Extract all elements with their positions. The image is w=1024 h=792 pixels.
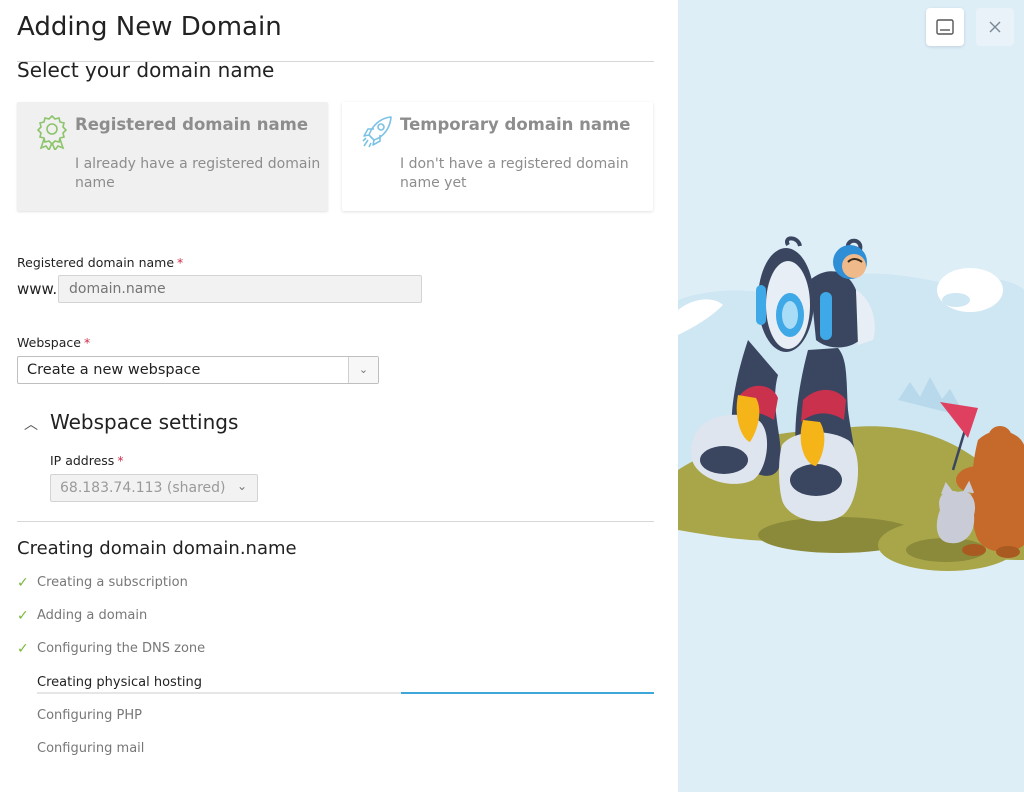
close-icon [989, 21, 1001, 33]
dialog-main-panel: Adding New Domain Select your domain nam… [0, 0, 678, 792]
progress-step-label: Configuring mail [37, 741, 145, 756]
minimize-icon [936, 19, 954, 35]
temporary-domain-option-title: Temporary domain name [400, 115, 631, 134]
registered-domain-option-card[interactable]: Registered domain name I already have a … [17, 102, 328, 211]
robot-and-dog-illustration [678, 236, 1024, 571]
webspace-label-text: Webspace [17, 335, 81, 350]
ip-address-select[interactable]: 68.183.74.113 (shared) ⌄ [50, 474, 258, 502]
required-asterisk: * [83, 335, 91, 350]
registered-domain-label-text: Registered domain name [17, 255, 175, 270]
required-asterisk: * [117, 453, 124, 468]
webspace-label: Webspace * [17, 335, 90, 350]
ip-address-value: 68.183.74.113 (shared) [60, 480, 226, 496]
webspace-select[interactable]: Create a new webspace ⌄ [17, 356, 379, 384]
webspace-select-value: Create a new webspace [27, 362, 201, 378]
divider [17, 521, 654, 522]
creating-domain-title: Creating domain domain.name [17, 538, 297, 559]
close-button[interactable] [976, 8, 1014, 46]
registered-domain-label: Registered domain name * [17, 255, 183, 270]
registered-domain-option-title: Registered domain name [75, 115, 309, 134]
divider [17, 61, 654, 62]
progress-step-label: Adding a domain [37, 608, 148, 623]
illustration-panel [678, 0, 1024, 792]
dialog-title: Adding New Domain [17, 12, 282, 42]
progress-step-label: Configuring the DNS zone [37, 641, 206, 656]
temporary-domain-option-description: I don't have a registered domain name ye… [400, 156, 629, 191]
chevron-down-icon: ⌄ [236, 479, 247, 493]
ip-address-label: IP address * [50, 453, 124, 468]
ip-address-label-text: IP address [50, 453, 115, 468]
check-icon: ✓ [17, 641, 29, 657]
progress-step-label: Creating a subscription [37, 575, 188, 590]
chevron-up-icon[interactable]: ︿ [24, 414, 38, 434]
registered-domain-option-description: I already have a registered domain name [75, 156, 321, 191]
check-icon: ✓ [17, 575, 29, 591]
progress-bar-fill [401, 692, 654, 694]
domain-name-input[interactable] [58, 275, 422, 303]
check-icon: ✓ [17, 608, 29, 624]
webspace-settings-title: Webspace settings [50, 410, 239, 434]
required-asterisk: * [177, 255, 184, 270]
minimize-button[interactable] [926, 8, 964, 46]
chevron-down-icon[interactable]: ⌄ [348, 357, 378, 383]
progress-step-label: Creating physical hosting [37, 675, 203, 690]
certificate-badge-icon [36, 114, 68, 150]
www-prefix: www. [17, 280, 58, 298]
rocket-icon [362, 116, 392, 148]
temporary-domain-option-card[interactable]: Temporary domain name I don't have a reg… [342, 102, 653, 211]
progress-step-label: Configuring PHP [37, 708, 142, 723]
